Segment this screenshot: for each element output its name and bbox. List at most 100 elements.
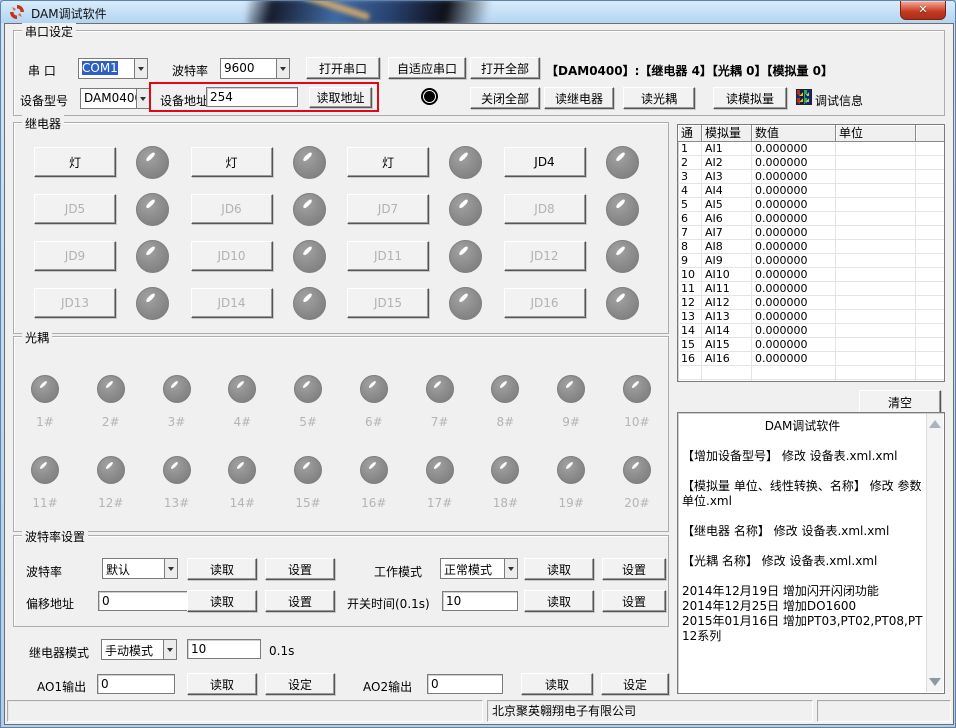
table-cell <box>752 366 836 380</box>
table-row[interactable]: 16AI160.000000 <box>678 352 944 366</box>
clear-button[interactable]: 清空 <box>859 390 941 414</box>
close-all-button[interactable]: 关闭全部 <box>470 87 540 109</box>
scroll-up-icon[interactable] <box>929 420 941 428</box>
relay-button-JD13[interactable]: JD13 <box>34 288 116 318</box>
baud-set-button[interactable]: 设置 <box>265 558 335 580</box>
relay-button-JD4[interactable]: JD4 <box>504 147 586 177</box>
switch-time-input[interactable] <box>442 591 518 611</box>
switch-time-set-button[interactable]: 设置 <box>602 590 666 612</box>
ao1-set-button[interactable]: 设定 <box>265 673 335 695</box>
table-cell: 2 <box>678 156 702 170</box>
column-header-1[interactable]: 通 <box>678 125 702 142</box>
relay-button-JD8[interactable]: JD8 <box>504 194 586 224</box>
app-window: DAM调试软件 ✕ 串口设定 串 口 COM1 波特率 9600 打开串口 自适… <box>0 0 956 728</box>
table-row[interactable] <box>678 366 944 380</box>
relay-button-JD7[interactable]: JD7 <box>347 194 429 224</box>
title-bar[interactable]: DAM调试软件 ✕ <box>1 1 955 23</box>
dropdown-arrow-icon[interactable] <box>276 59 289 78</box>
relay-mode-select[interactable]: 手动模式 <box>101 639 177 660</box>
table-cell <box>916 380 944 382</box>
opto-channel: 6# <box>359 375 389 429</box>
ao2-input[interactable] <box>427 674 503 694</box>
scroll-down-icon[interactable] <box>929 678 941 686</box>
work-mode-label: 工作模式 <box>374 563 422 580</box>
column-header-4[interactable]: 单位 <box>836 125 916 142</box>
table-row[interactable]: 15AI150.000000 <box>678 338 944 352</box>
relay-button-灯[interactable]: 灯 <box>191 147 273 177</box>
table-cell: 14 <box>678 324 702 338</box>
table-cell: AI9 <box>702 254 752 268</box>
ao1-read-button[interactable]: 读取 <box>187 673 257 695</box>
work-mode-select[interactable]: 正常模式 <box>440 558 518 579</box>
table-cell: 0.000000 <box>752 198 836 212</box>
table-row[interactable]: 8AI80.000000 <box>678 240 944 254</box>
opto-channel: 16# <box>359 456 389 510</box>
dropdown-arrow-icon[interactable] <box>136 89 149 108</box>
device-model-select[interactable]: DAM0400 <box>80 88 150 109</box>
relay-button-JD14[interactable]: JD14 <box>191 288 273 318</box>
status-panel-company: 北京聚英翱翔电子有限公司 <box>487 700 813 722</box>
baud-rate-select[interactable]: 9600 <box>220 58 290 79</box>
work-mode-read-button[interactable]: 读取 <box>524 558 594 580</box>
switch-time-read-button[interactable]: 读取 <box>524 590 594 612</box>
table-row[interactable]: 9AI90.000000 <box>678 254 944 268</box>
relay-cell: JD5 <box>34 194 191 224</box>
relay-button-JD12[interactable]: JD12 <box>504 241 586 271</box>
column-header-3[interactable]: 数值 <box>752 125 836 142</box>
ao2-set-button[interactable]: 设定 <box>601 673 669 695</box>
relay-button-JD6[interactable]: JD6 <box>191 194 273 224</box>
table-row[interactable]: 7AI70.000000 <box>678 226 944 240</box>
open-serial-button[interactable]: 打开串口 <box>306 57 380 79</box>
table-row[interactable]: 6AI60.000000 <box>678 212 944 226</box>
table-row[interactable]: 11AI110.000000 <box>678 282 944 296</box>
table-row[interactable]: 13AI130.000000 <box>678 310 944 324</box>
read-analog-button[interactable]: 读模拟量 <box>713 87 787 109</box>
relay-indicator-led <box>136 287 169 320</box>
relay-button-灯[interactable]: 灯 <box>347 147 429 177</box>
table-row[interactable]: 12AI120.000000 <box>678 296 944 310</box>
ao1-input[interactable] <box>97 674 175 694</box>
dropdown-arrow-icon[interactable] <box>163 640 176 659</box>
work-mode-set-button[interactable]: 设置 <box>602 558 666 580</box>
offset-address-input[interactable] <box>98 591 190 611</box>
relay-button-JD10[interactable]: JD10 <box>191 241 273 271</box>
offset-read-button[interactable]: 读取 <box>187 590 257 612</box>
open-all-button[interactable]: 打开全部 <box>470 57 540 79</box>
column-header-2[interactable]: 模拟量 <box>702 125 752 142</box>
table-row[interactable]: 4AI40.000000 <box>678 184 944 198</box>
dropdown-arrow-icon[interactable] <box>164 559 177 578</box>
table-cell <box>836 324 916 338</box>
baud-read-button[interactable]: 读取 <box>187 558 257 580</box>
relay-button-JD15[interactable]: JD15 <box>347 288 429 318</box>
com-port-select[interactable]: COM1 <box>78 58 148 79</box>
relay-button-JD16[interactable]: JD16 <box>504 288 586 318</box>
close-button[interactable]: ✕ <box>900 1 946 20</box>
offset-set-button[interactable]: 设置 <box>265 590 335 612</box>
dropdown-arrow-icon[interactable] <box>134 59 147 78</box>
relay-button-灯[interactable]: 灯 <box>34 147 116 177</box>
table-cell: AI6 <box>702 212 752 226</box>
log-scrollbar[interactable] <box>926 414 943 692</box>
table-row[interactable] <box>678 380 944 382</box>
read-address-button[interactable]: 读取地址 <box>309 87 372 108</box>
relay-button-JD9[interactable]: JD9 <box>34 241 116 271</box>
relay-button-JD11[interactable]: JD11 <box>347 241 429 271</box>
table-row[interactable]: 14AI140.000000 <box>678 324 944 338</box>
device-address-input[interactable] <box>206 87 298 107</box>
table-cell <box>916 170 944 184</box>
table-cell: AI15 <box>702 338 752 352</box>
table-row[interactable]: 3AI30.000000 <box>678 170 944 184</box>
relay-time-input[interactable] <box>187 639 261 659</box>
table-row[interactable]: 1AI10.000000 <box>678 142 944 156</box>
relay-button-JD5[interactable]: JD5 <box>34 194 116 224</box>
table-row[interactable]: 10AI100.000000 <box>678 268 944 282</box>
auto-serial-button[interactable]: 自适应串口 <box>388 57 466 79</box>
table-row[interactable]: 2AI20.000000 <box>678 156 944 170</box>
dropdown-arrow-icon[interactable] <box>504 559 517 578</box>
table-row[interactable]: 5AI50.000000 <box>678 198 944 212</box>
baud-default-select[interactable]: 默认 <box>102 558 178 579</box>
read-opto-button[interactable]: 读光耦 <box>623 87 695 109</box>
ao2-read-button[interactable]: 读取 <box>521 673 593 695</box>
opto-channel: 8# <box>490 375 520 429</box>
read-relay-button[interactable]: 读继电器 <box>544 87 614 109</box>
